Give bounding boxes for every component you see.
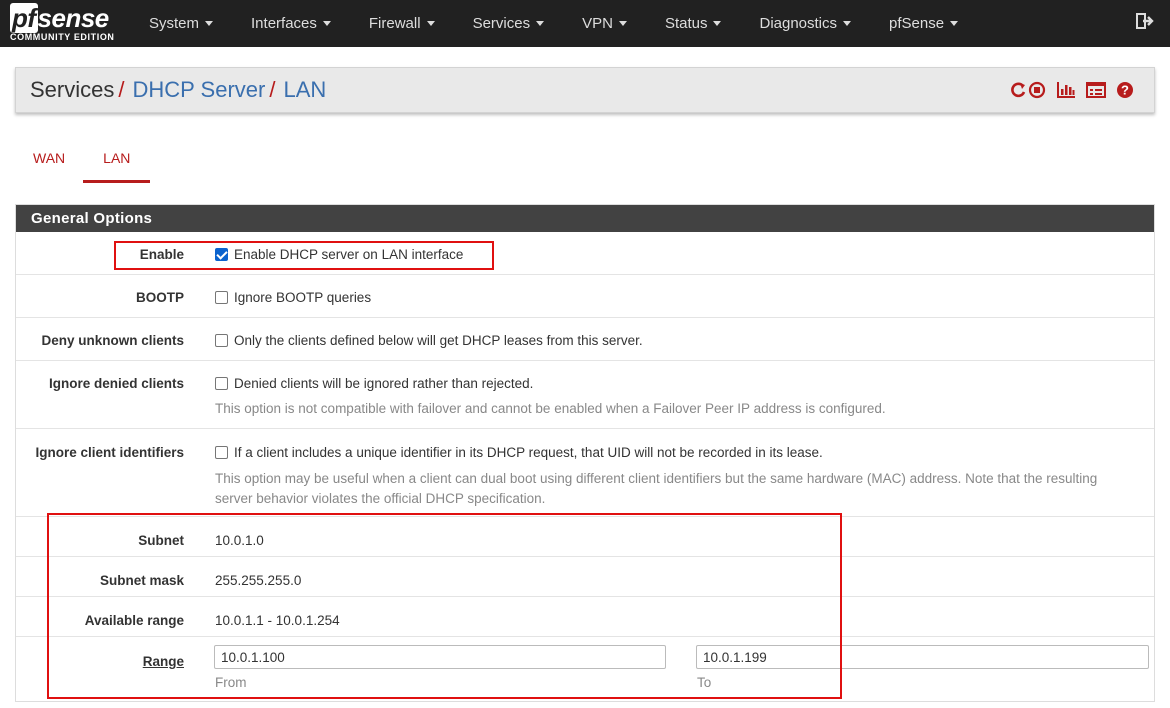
breadcrumb: Services / DHCP Server / LAN ? <box>15 67 1155 113</box>
menu-pfsense[interactable]: pfSense <box>870 0 977 47</box>
breadcrumb-separator: / <box>118 77 125 102</box>
ignore-identifiers-text: If a client includes a unique identifier… <box>234 445 823 460</box>
chart-icon[interactable] <box>1056 81 1076 99</box>
main-menu: System Interfaces Firewall Services VPN … <box>130 0 977 47</box>
menu-diagnostics[interactable]: Diagnostics <box>740 0 870 47</box>
row-subnet: Subnet 10.0.1.0 <box>16 517 1154 557</box>
row-enable: Enable Enable DHCP server on LAN interfa… <box>16 232 1154 275</box>
row-range: Range From To <box>16 637 1154 701</box>
range-from-input[interactable] <box>214 645 666 669</box>
subnet-mask-value: 255.255.255.0 <box>215 573 302 588</box>
range-to-hint: To <box>697 675 712 690</box>
top-navbar: pfsense COMMUNITY EDITION System Interfa… <box>0 0 1170 47</box>
caret-down-icon <box>618 21 627 26</box>
row-available-range: Available range 10.0.1.1 - 10.0.1.254 <box>16 597 1154 637</box>
tab-wan[interactable]: WAN <box>15 140 83 183</box>
ignore-denied-label: Ignore denied clients <box>48 376 184 391</box>
tab-lan[interactable]: LAN <box>83 140 151 183</box>
stop-icon[interactable] <box>1028 81 1046 99</box>
available-range-label: Available range <box>84 613 184 628</box>
row-ignore-client-identifiers: Ignore client identifiers If a client in… <box>16 429 1154 517</box>
subnet-label: Subnet <box>138 533 184 548</box>
enable-checkbox-group: Enable DHCP server on LAN interface <box>215 247 463 262</box>
menu-firewall[interactable]: Firewall <box>350 0 454 47</box>
caret-down-icon <box>205 21 214 26</box>
menu-vpn[interactable]: VPN <box>563 0 646 47</box>
deny-unknown-checkbox[interactable] <box>215 334 228 347</box>
enable-checkbox-text: Enable DHCP server on LAN interface <box>234 247 464 262</box>
deny-unknown-label: Deny unknown clients <box>41 333 184 348</box>
caret-down-icon <box>322 21 331 26</box>
caret-down-icon <box>843 21 852 26</box>
section-title: General Options <box>16 205 1154 232</box>
deny-unknown-text: Only the clients defined below will get … <box>234 333 643 348</box>
breadcrumb-actions: ? <box>1010 81 1134 99</box>
range-from-hint: From <box>215 675 247 690</box>
breadcrumb-lan[interactable]: LAN <box>283 77 326 103</box>
range-to-input[interactable] <box>696 645 1149 669</box>
enable-label: Enable <box>139 247 184 262</box>
available-range-value: 10.0.1.1 - 10.0.1.254 <box>215 613 340 628</box>
pfsense-logo[interactable]: pfsense COMMUNITY EDITION <box>0 0 130 47</box>
ignore-identifiers-help-line2: server behavior violates the official DH… <box>215 491 546 506</box>
ignore-denied-help: This option is not compatible with failo… <box>215 401 886 416</box>
menu-system[interactable]: System <box>130 0 232 47</box>
logo-sense: sense <box>37 3 110 33</box>
log-icon[interactable] <box>1086 82 1106 98</box>
enable-checkbox[interactable] <box>215 248 228 261</box>
ignore-identifiers-label: Ignore client identifiers <box>35 445 184 460</box>
svg-text:?: ? <box>1121 83 1129 98</box>
breadcrumb-separator: / <box>269 77 276 102</box>
interface-tabs: WAN LAN <box>15 140 151 183</box>
menu-services[interactable]: Services <box>454 0 564 47</box>
bootp-label: BOOTP <box>135 290 184 305</box>
restart-icon[interactable] <box>1010 81 1026 99</box>
subnet-mask-label: Subnet mask <box>99 573 184 588</box>
bootp-checkbox-text: Ignore BOOTP queries <box>234 290 372 305</box>
help-icon[interactable]: ? <box>1116 81 1134 99</box>
menu-status[interactable]: Status <box>646 0 741 47</box>
logo-pf: pf <box>10 3 38 33</box>
breadcrumb-services: Services <box>30 77 115 102</box>
breadcrumb-dhcp-server[interactable]: DHCP Server <box>132 77 265 103</box>
caret-down-icon <box>426 21 435 26</box>
edition-label: COMMUNITY EDITION <box>10 32 115 42</box>
caret-down-icon <box>950 21 959 26</box>
row-ignore-denied-clients: Ignore denied clients Denied clients wil… <box>16 361 1154 429</box>
ignore-identifiers-checkbox[interactable] <box>215 446 228 459</box>
row-bootp: BOOTP Ignore BOOTP queries <box>16 275 1154 318</box>
bootp-checkbox[interactable] <box>215 291 228 304</box>
ignore-identifiers-help-line1: This option may be useful when a client … <box>215 471 1098 486</box>
subnet-value: 10.0.1.0 <box>215 533 264 548</box>
caret-down-icon <box>536 21 545 26</box>
general-options-panel: General Options Enable Enable DHCP serve… <box>15 204 1155 702</box>
ignore-denied-checkbox[interactable] <box>215 377 228 390</box>
menu-interfaces[interactable]: Interfaces <box>232 0 350 47</box>
ignore-denied-text: Denied clients will be ignored rather th… <box>234 376 534 391</box>
caret-down-icon <box>713 21 722 26</box>
row-deny-unknown-clients: Deny unknown clients Only the clients de… <box>16 318 1154 361</box>
logout-icon[interactable] <box>1136 12 1154 30</box>
range-label[interactable]: Range <box>16 654 184 669</box>
row-subnet-mask: Subnet mask 255.255.255.0 <box>16 557 1154 597</box>
